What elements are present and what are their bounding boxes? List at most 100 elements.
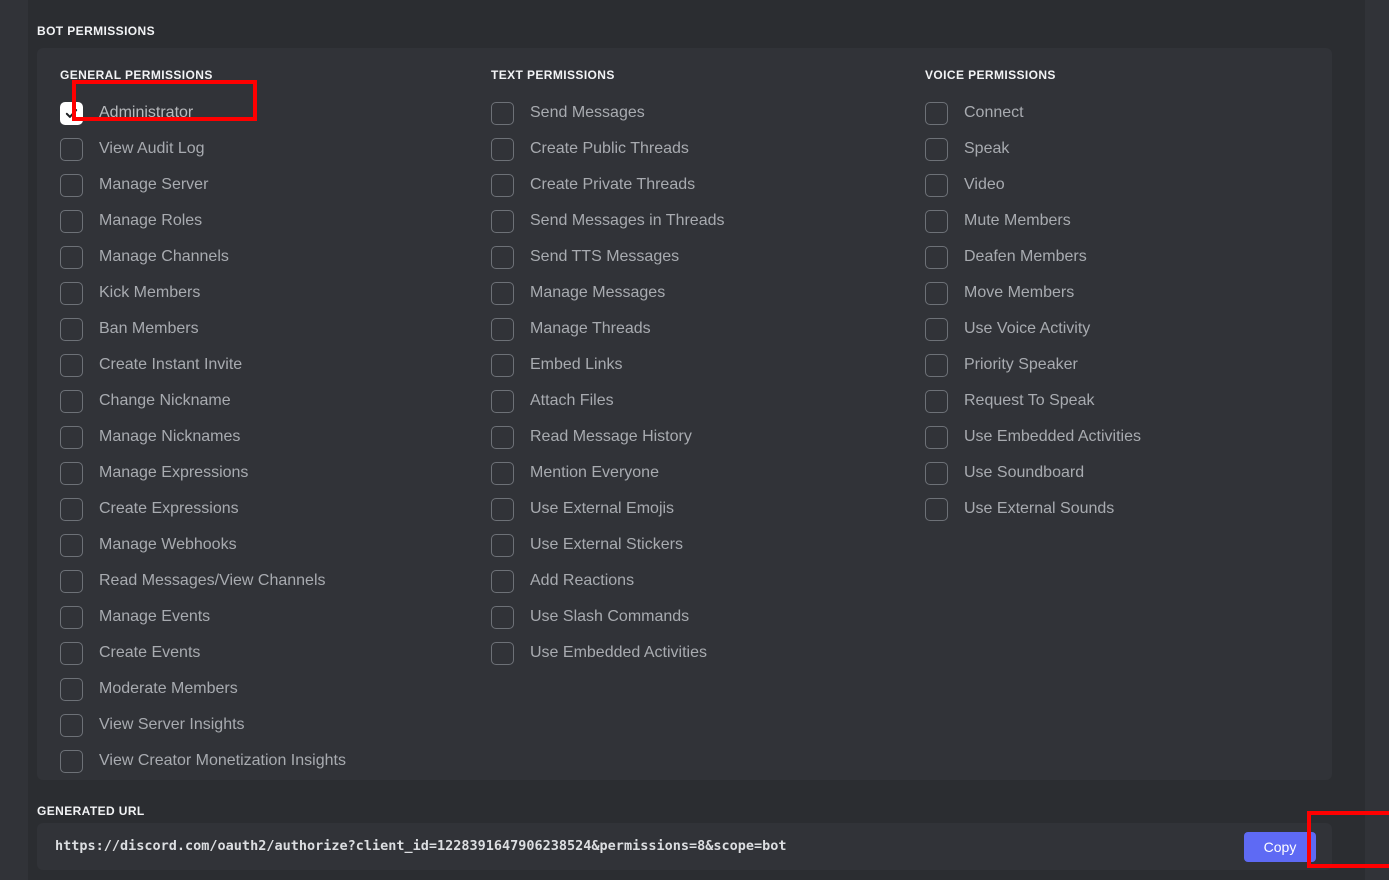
checkbox-unchecked-icon[interactable] <box>491 641 514 665</box>
checkbox-unchecked-icon[interactable] <box>925 209 948 233</box>
permission-row-voice-connect[interactable]: Connect <box>925 95 1332 131</box>
checkbox-unchecked-icon[interactable] <box>925 245 948 269</box>
permission-row-general-create-expressions[interactable]: Create Expressions <box>60 491 469 527</box>
checkbox-unchecked-icon[interactable] <box>491 569 514 593</box>
permission-row-general-read-messages-view-channels[interactable]: Read Messages/View Channels <box>60 563 469 599</box>
permission-row-general-manage-webhooks[interactable]: Manage Webhooks <box>60 527 469 563</box>
permission-row-general-ban-members[interactable]: Ban Members <box>60 311 469 347</box>
permission-row-general-kick-members[interactable]: Kick Members <box>60 275 469 311</box>
checkbox-unchecked-icon[interactable] <box>491 317 514 341</box>
permission-row-voice-move-members[interactable]: Move Members <box>925 275 1332 311</box>
checkbox-unchecked-icon[interactable] <box>925 497 948 521</box>
page-scrollbar[interactable] <box>1360 0 1365 880</box>
permission-row-general-manage-roles[interactable]: Manage Roles <box>60 203 469 239</box>
permission-label: Manage Threads <box>530 320 651 337</box>
permission-row-voice-use-embedded-activities[interactable]: Use Embedded Activities <box>925 419 1332 455</box>
permission-row-general-manage-channels[interactable]: Manage Channels <box>60 239 469 275</box>
checkbox-unchecked-icon[interactable] <box>60 425 83 449</box>
permission-row-text-attach-files[interactable]: Attach Files <box>491 383 901 419</box>
checkbox-unchecked-icon[interactable] <box>60 389 83 413</box>
permission-row-general-manage-nicknames[interactable]: Manage Nicknames <box>60 419 469 455</box>
permission-row-voice-use-external-sounds[interactable]: Use External Sounds <box>925 491 1332 527</box>
permission-row-general-manage-events[interactable]: Manage Events <box>60 599 469 635</box>
checkbox-unchecked-icon[interactable] <box>60 209 83 233</box>
checkbox-unchecked-icon[interactable] <box>491 533 514 557</box>
permission-row-text-embed-links[interactable]: Embed Links <box>491 347 901 383</box>
permission-row-text-use-slash-commands[interactable]: Use Slash Commands <box>491 599 901 635</box>
checkbox-unchecked-icon[interactable] <box>491 425 514 449</box>
checkbox-unchecked-icon[interactable] <box>60 605 83 629</box>
permission-row-text-send-messages-in-threads[interactable]: Send Messages in Threads <box>491 203 901 239</box>
permission-row-text-send-messages[interactable]: Send Messages <box>491 95 901 131</box>
checkbox-unchecked-icon[interactable] <box>925 317 948 341</box>
checkbox-unchecked-icon[interactable] <box>60 569 83 593</box>
permission-row-text-create-public-threads[interactable]: Create Public Threads <box>491 131 901 167</box>
permission-row-general-create-instant-invite[interactable]: Create Instant Invite <box>60 347 469 383</box>
permission-row-text-manage-messages[interactable]: Manage Messages <box>491 275 901 311</box>
checkbox-unchecked-icon[interactable] <box>491 353 514 377</box>
checkbox-unchecked-icon[interactable] <box>925 353 948 377</box>
checkbox-unchecked-icon[interactable] <box>60 713 83 737</box>
checkbox-unchecked-icon[interactable] <box>60 245 83 269</box>
checkbox-unchecked-icon[interactable] <box>60 677 83 701</box>
checkbox-unchecked-icon[interactable] <box>491 101 514 125</box>
permission-row-voice-video[interactable]: Video <box>925 167 1332 203</box>
permission-row-voice-priority-speaker[interactable]: Priority Speaker <box>925 347 1332 383</box>
permission-label: Manage Expressions <box>99 464 249 481</box>
checkbox-unchecked-icon[interactable] <box>925 137 948 161</box>
permission-row-voice-speak[interactable]: Speak <box>925 131 1332 167</box>
permission-row-general-create-events[interactable]: Create Events <box>60 635 469 671</box>
copy-button[interactable]: Copy <box>1244 832 1316 862</box>
permission-row-text-mention-everyone[interactable]: Mention Everyone <box>491 455 901 491</box>
checkbox-unchecked-icon[interactable] <box>925 389 948 413</box>
checkbox-unchecked-icon[interactable] <box>491 605 514 629</box>
permission-row-general-view-server-insights[interactable]: View Server Insights <box>60 707 469 743</box>
checkbox-unchecked-icon[interactable] <box>60 173 83 197</box>
checkbox-unchecked-icon[interactable] <box>60 317 83 341</box>
checkbox-unchecked-icon[interactable] <box>925 461 948 485</box>
checkbox-unchecked-icon[interactable] <box>491 245 514 269</box>
permission-row-general-administrator[interactable]: Administrator <box>60 95 469 131</box>
permission-row-voice-request-to-speak[interactable]: Request To Speak <box>925 383 1332 419</box>
checkbox-unchecked-icon[interactable] <box>491 497 514 521</box>
checkbox-unchecked-icon[interactable] <box>60 281 83 305</box>
checkbox-unchecked-icon[interactable] <box>491 461 514 485</box>
permission-row-voice-use-voice-activity[interactable]: Use Voice Activity <box>925 311 1332 347</box>
permission-row-general-manage-server[interactable]: Manage Server <box>60 167 469 203</box>
permission-row-text-manage-threads[interactable]: Manage Threads <box>491 311 901 347</box>
permission-row-text-send-tts-messages[interactable]: Send TTS Messages <box>491 239 901 275</box>
permission-row-general-manage-expressions[interactable]: Manage Expressions <box>60 455 469 491</box>
permission-row-voice-deafen-members[interactable]: Deafen Members <box>925 239 1332 275</box>
checkbox-unchecked-icon[interactable] <box>491 137 514 161</box>
permission-row-voice-use-soundboard[interactable]: Use Soundboard <box>925 455 1332 491</box>
checkbox-unchecked-icon[interactable] <box>491 281 514 305</box>
checkbox-checked-icon[interactable] <box>60 101 83 125</box>
permission-row-text-create-private-threads[interactable]: Create Private Threads <box>491 167 901 203</box>
permission-row-text-add-reactions[interactable]: Add Reactions <box>491 563 901 599</box>
permission-row-general-moderate-members[interactable]: Moderate Members <box>60 671 469 707</box>
generated-url-value[interactable]: https://discord.com/oauth2/authorize?cli… <box>55 823 787 870</box>
checkbox-unchecked-icon[interactable] <box>60 641 83 665</box>
checkbox-unchecked-icon[interactable] <box>925 425 948 449</box>
permission-row-general-change-nickname[interactable]: Change Nickname <box>60 383 469 419</box>
checkbox-unchecked-icon[interactable] <box>491 209 514 233</box>
permission-label: Embed Links <box>530 356 623 373</box>
checkbox-unchecked-icon[interactable] <box>925 101 948 125</box>
permission-row-text-use-external-stickers[interactable]: Use External Stickers <box>491 527 901 563</box>
checkbox-unchecked-icon[interactable] <box>60 137 83 161</box>
checkbox-unchecked-icon[interactable] <box>60 461 83 485</box>
checkbox-unchecked-icon[interactable] <box>60 749 83 773</box>
checkbox-unchecked-icon[interactable] <box>60 353 83 377</box>
checkbox-unchecked-icon[interactable] <box>60 497 83 521</box>
permission-row-voice-mute-members[interactable]: Mute Members <box>925 203 1332 239</box>
checkbox-unchecked-icon[interactable] <box>60 533 83 557</box>
permission-row-text-use-external-emojis[interactable]: Use External Emojis <box>491 491 901 527</box>
permission-row-text-use-embedded-activities[interactable]: Use Embedded Activities <box>491 635 901 671</box>
permission-row-general-view-audit-log[interactable]: View Audit Log <box>60 131 469 167</box>
checkbox-unchecked-icon[interactable] <box>925 173 948 197</box>
checkbox-unchecked-icon[interactable] <box>491 389 514 413</box>
permission-row-general-view-creator-monetization-insights[interactable]: View Creator Monetization Insights <box>60 743 469 779</box>
checkbox-unchecked-icon[interactable] <box>925 281 948 305</box>
permission-row-text-read-message-history[interactable]: Read Message History <box>491 419 901 455</box>
checkbox-unchecked-icon[interactable] <box>491 173 514 197</box>
